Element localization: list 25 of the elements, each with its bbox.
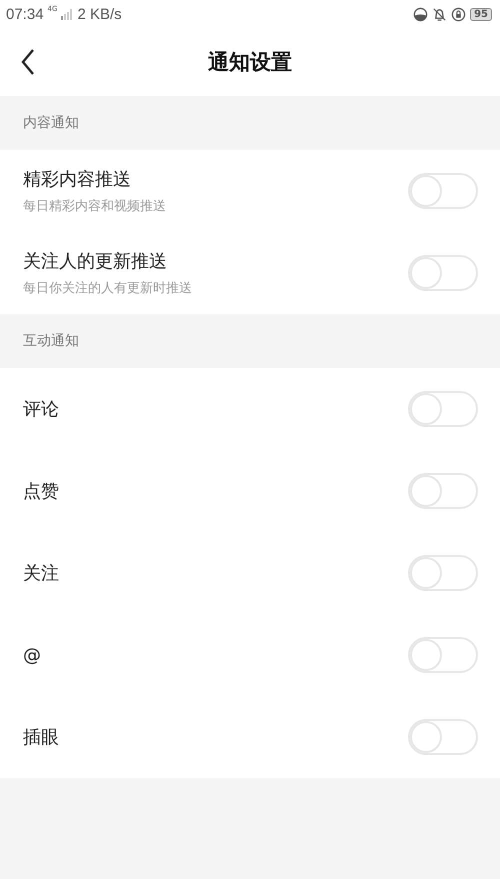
setting-label: 插眼 <box>23 726 59 749</box>
toggle-switch[interactable] <box>408 637 478 673</box>
back-button[interactable] <box>20 48 36 76</box>
setting-description: 每日精彩内容和视频推送 <box>23 198 166 215</box>
toggle-switch[interactable] <box>408 255 478 291</box>
toggle-switch[interactable] <box>408 391 478 427</box>
setting-label: 关注人的更新推送 <box>23 250 168 273</box>
network-speed: 2 KB/s <box>77 6 122 22</box>
setting-label: @ <box>23 644 41 666</box>
battery-level: 95 <box>470 8 492 20</box>
status-time: 07:34 <box>6 6 44 22</box>
back-icon <box>20 48 36 76</box>
setting-description: 每日你关注的人有更新时推送 <box>23 280 192 297</box>
setting-label: 精彩内容推送 <box>23 168 132 191</box>
setting-label: 点赞 <box>23 480 59 503</box>
toggle-switch[interactable] <box>408 473 478 509</box>
setting-label: 关注 <box>23 562 59 585</box>
toggle-switch[interactable] <box>408 719 478 755</box>
bell-icon <box>432 6 448 22</box>
signal-icon <box>61 8 74 20</box>
toggle-switch[interactable] <box>408 173 478 209</box>
page-title: 通知设置 <box>208 49 292 76</box>
toggle-switch[interactable] <box>408 555 478 591</box>
setting-label: 评论 <box>23 398 59 421</box>
lock-icon <box>451 6 466 22</box>
